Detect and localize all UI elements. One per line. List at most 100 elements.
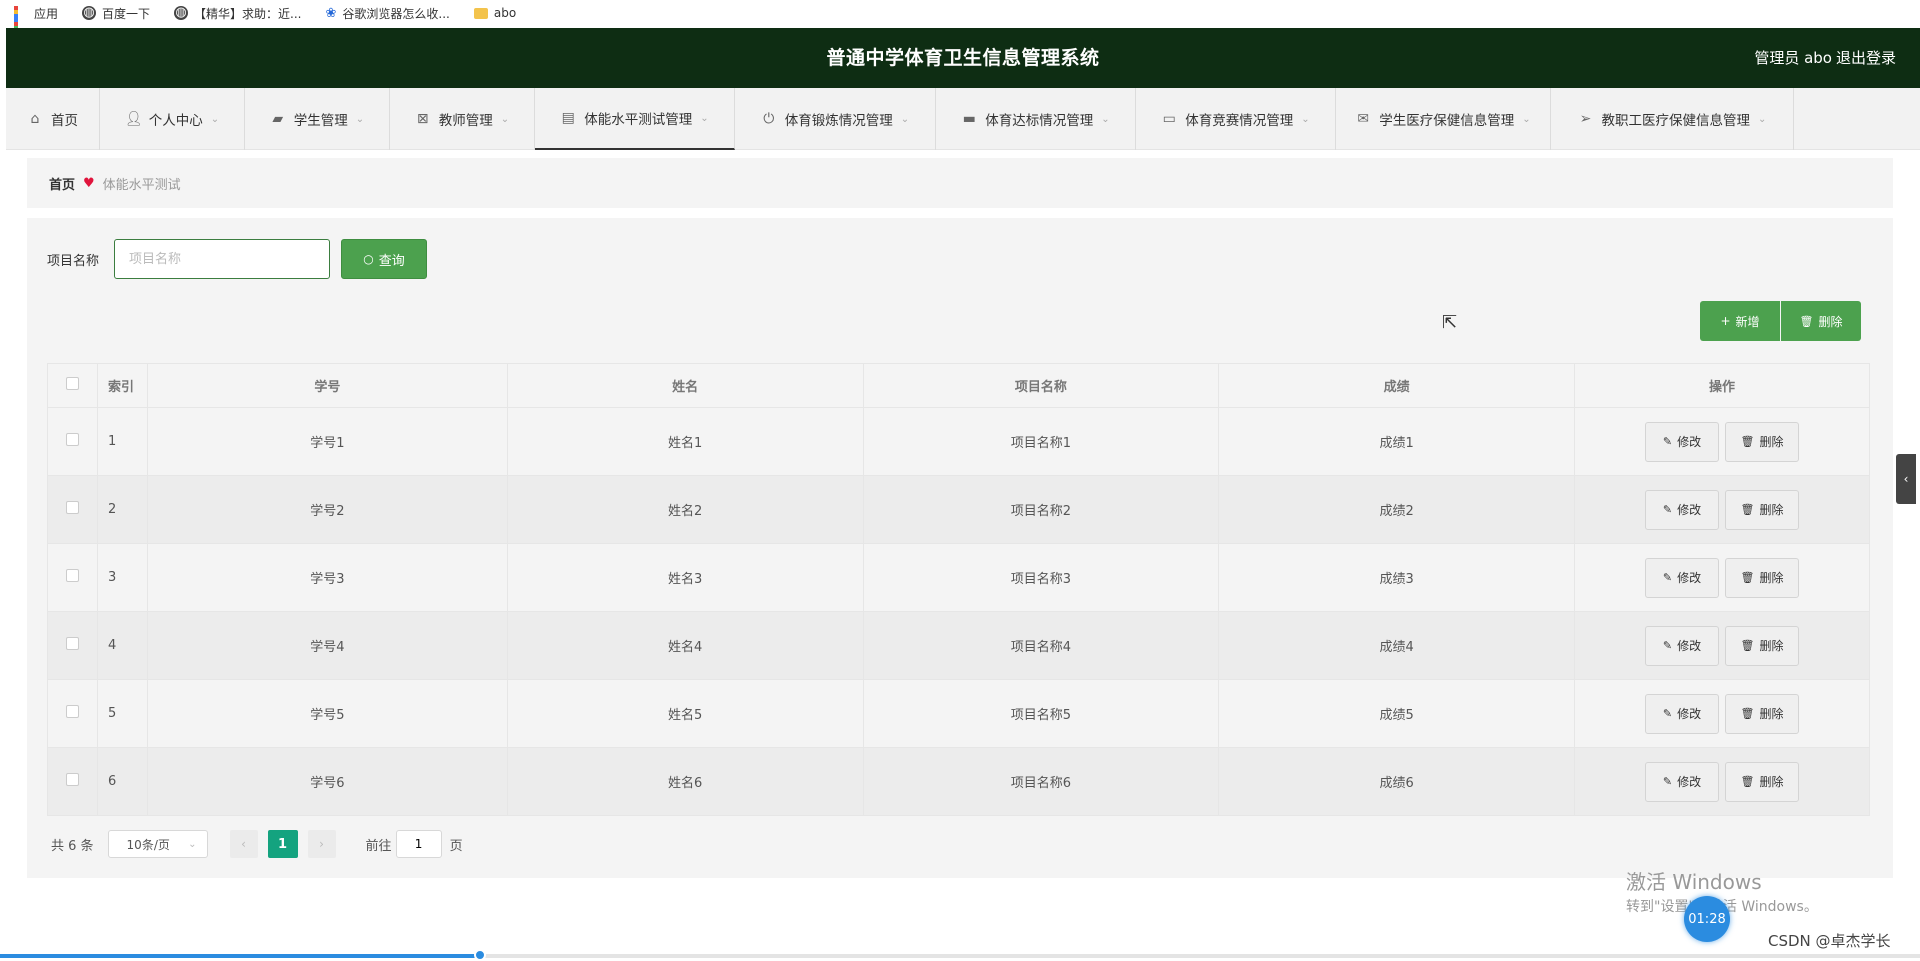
nav-item-students[interactable]: ▰ 学生管理 ⌄ <box>245 88 390 150</box>
paw-icon: ❀ <box>325 5 337 21</box>
edit-icon: ✎ <box>1662 571 1673 584</box>
cell-index: 6 <box>96 747 148 816</box>
edit-button[interactable]: ✎ 修改 <box>1645 489 1720 530</box>
search-input[interactable] <box>114 239 330 279</box>
nav-item-label: 学生管理 <box>293 113 348 129</box>
goto-page-input[interactable] <box>395 830 442 858</box>
chevron-down-icon: ⌄ <box>355 113 365 125</box>
cell-project: 项目名称1 <box>862 407 1220 476</box>
page-size-value: 10条/页 <box>126 837 170 852</box>
cell-actions: ✎ 修改 🗑︎ 删除 <box>1574 543 1870 612</box>
cell-score: 成绩2 <box>1218 475 1576 544</box>
row-checkbox[interactable] <box>65 569 79 582</box>
delete-button-label: 删除 <box>1759 775 1784 789</box>
row-checkbox[interactable] <box>65 773 79 786</box>
delete-button[interactable]: 🗑︎ 删除 <box>1725 421 1800 462</box>
video-progress-fill <box>0 954 480 958</box>
delete-button-label: 删除 <box>1759 435 1784 449</box>
delete-button[interactable]: 🗑︎ 删除 <box>1725 557 1800 598</box>
row-select-cell <box>47 747 98 816</box>
edit-button[interactable]: ✎ 修改 <box>1645 693 1720 734</box>
query-button-label: 查询 <box>378 253 405 269</box>
breadcrumb: 首页 ♥ 体能水平测试 <box>27 158 1893 208</box>
row-checkbox[interactable] <box>65 705 79 718</box>
chevron-right-icon: › <box>319 837 324 851</box>
row-checkbox[interactable] <box>65 637 79 650</box>
bookmark-label: abo <box>493 6 517 20</box>
video-progress-knob[interactable] <box>474 949 486 961</box>
edit-icon: ✎ <box>1662 775 1673 788</box>
nav-item-standards[interactable]: ▬ 体育达标情况管理 ⌄ <box>936 88 1136 150</box>
chevron-down-icon: ⌄ <box>900 113 910 125</box>
next-page-button[interactable]: › <box>307 830 336 858</box>
cell-score: 成绩5 <box>1218 679 1576 748</box>
cell-project: 项目名称3 <box>862 543 1220 612</box>
cell-project: 项目名称4 <box>862 611 1220 680</box>
row-checkbox[interactable] <box>65 433 79 446</box>
plus-icon: + <box>1720 314 1731 328</box>
heart-icon: ♥ <box>83 175 95 191</box>
csdn-credit: CSDN @卓杰学长 <box>1768 932 1891 950</box>
column-header: 学号 <box>146 363 508 408</box>
edit-button[interactable]: ✎ 修改 <box>1645 625 1720 666</box>
nav-item-label: 体能水平测试管理 <box>584 112 693 128</box>
chat-icon: ▬ <box>962 111 976 127</box>
bookmark-abo[interactable]: abo <box>473 6 517 20</box>
chevron-down-icon: ⌄ <box>188 838 197 850</box>
delete-button[interactable]: 🗑︎ 删除 <box>1725 761 1800 802</box>
nav-item-profile[interactable]: 👤︎ 个人中心 ⌄ <box>100 88 245 150</box>
bookmark-apps[interactable]: 应用 <box>14 5 58 42</box>
column-header: 项目名称 <box>862 363 1220 408</box>
user-icon: 👤︎ <box>124 111 143 127</box>
cell-name: 姓名3 <box>506 543 864 612</box>
delete-button[interactable]: 🗑︎ 删除 <box>1725 489 1800 530</box>
edit-button[interactable]: ✎ 修改 <box>1645 421 1720 462</box>
bookmark-help[interactable]: ◍ 【精华】求助：近... <box>174 5 301 22</box>
nav-item-student-medical[interactable]: ✉ 学生医疗保健信息管理 ⌄ <box>1336 88 1551 150</box>
prev-page-button[interactable]: ‹ <box>229 830 258 858</box>
cell-actions: ✎ 修改 🗑︎ 删除 <box>1574 679 1870 748</box>
table-row: 1 学号1 姓名1 项目名称1 成绩1 ✎ 修改 🗑︎ 删除 <box>47 407 1870 476</box>
nav-item-teachers[interactable]: ⊠ 教师管理 ⌄ <box>390 88 535 150</box>
main-nav: ⌂ 首页 👤︎ 个人中心 ⌄ ▰ 学生管理 ⌄ ⊠ 教师管理 ⌄ ▤ 体能水平测… <box>6 88 1920 150</box>
nav-item-fitness-test[interactable]: ▤ 体能水平测试管理 ⌄ <box>535 88 735 150</box>
nav-item-home[interactable]: ⌂ 首页 <box>6 88 100 150</box>
delete-button[interactable]: 🗑︎ 删除 <box>1725 625 1800 666</box>
logout-link[interactable]: 退出登录 <box>1836 28 1896 88</box>
bulk-delete-button[interactable]: 🗑︎ 删除 <box>1781 301 1861 341</box>
side-panel-toggle[interactable]: ‹ <box>1896 454 1916 504</box>
page-number-1[interactable]: 1 <box>267 830 298 858</box>
delete-button[interactable]: 🗑︎ 删除 <box>1725 693 1800 734</box>
cell-student-no: 学号2 <box>146 475 508 544</box>
windows-watermark-title: 激活 Windows <box>1626 870 1762 894</box>
edit-button[interactable]: ✎ 修改 <box>1645 761 1720 802</box>
nav-item-label: 体育锻炼情况管理 <box>784 113 893 129</box>
add-button[interactable]: + 新增 <box>1700 301 1780 341</box>
nav-item-label: 教师管理 <box>438 113 493 129</box>
nav-item-staff-medical[interactable]: ➢ 教职工医疗保健信息管理 ⌄ <box>1551 88 1794 150</box>
edit-button-label: 修改 <box>1677 503 1702 517</box>
edit-button-label: 修改 <box>1677 707 1702 721</box>
trash-icon: 🗑︎ <box>1740 775 1755 788</box>
nav-item-exercise[interactable]: ⏻ 体育锻炼情况管理 ⌄ <box>735 88 936 150</box>
globe-icon: ◍ <box>174 5 189 20</box>
breadcrumb-home[interactable]: 首页 <box>49 174 75 193</box>
breadcrumb-current: 体能水平测试 <box>102 177 181 193</box>
chevron-down-icon: ⌄ <box>500 113 510 125</box>
edit-icon: ✎ <box>1662 503 1673 516</box>
edit-button-label: 修改 <box>1677 639 1702 653</box>
query-button[interactable]: ○ 查询 <box>341 239 427 279</box>
table-header-row: 索引 学号 姓名 项目名称 成绩 操作 <box>47 363 1870 408</box>
bookmark-chrome[interactable]: ❀ 谷歌浏览器怎么收... <box>325 5 449 22</box>
table-row: 5 学号5 姓名5 项目名称5 成绩5 ✎ 修改 🗑︎ 删除 <box>47 679 1870 748</box>
home-icon: ⌂ <box>30 111 40 127</box>
page-suffix: 页 <box>449 838 463 854</box>
bookmark-baidu[interactable]: ◍ 百度一下 <box>82 5 150 22</box>
row-checkbox[interactable] <box>65 501 79 514</box>
edit-icon: ✎ <box>1662 639 1673 652</box>
nav-item-competitions[interactable]: ▭ 体育竞赛情况管理 ⌄ <box>1136 88 1336 150</box>
delete-button-label: 删除 <box>1759 503 1784 517</box>
select-all-checkbox[interactable] <box>65 377 79 390</box>
page-size-select[interactable]: 10条/页 ⌄ <box>107 830 208 858</box>
edit-button[interactable]: ✎ 修改 <box>1645 557 1720 598</box>
